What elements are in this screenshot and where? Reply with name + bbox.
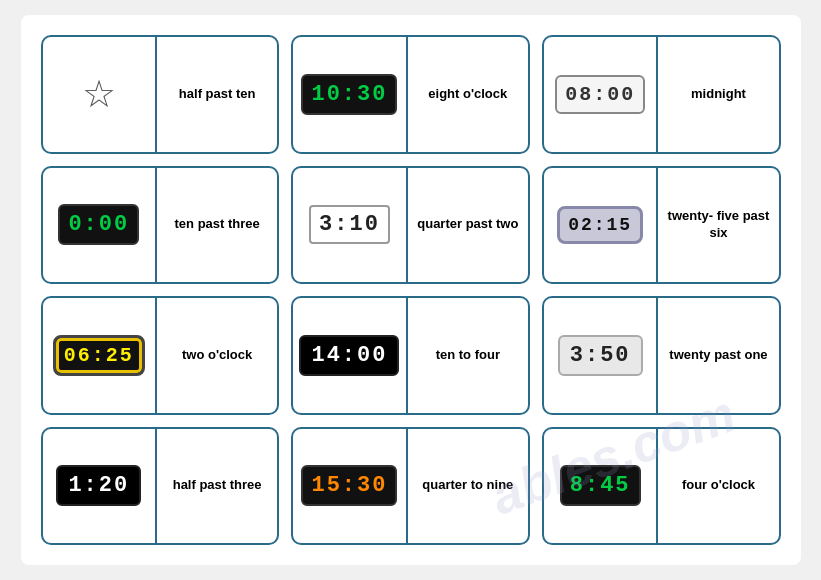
clock-display-8: 14:00 bbox=[293, 298, 406, 413]
card-5: 3:10 quarter past two bbox=[291, 166, 530, 285]
clock-display-6: 02:15 bbox=[544, 168, 657, 283]
clock-display-10: 1:20 bbox=[43, 429, 156, 544]
time-display-9: 3:50 bbox=[558, 335, 643, 376]
time-label-9: twenty past one bbox=[656, 298, 778, 413]
time-label-3: midnight bbox=[656, 37, 778, 152]
time-display-8: 14:00 bbox=[299, 335, 399, 376]
time-display-10: 1:20 bbox=[56, 465, 141, 506]
clock-display-12: 8:45 bbox=[544, 429, 657, 544]
clock-display-9: 3:50 bbox=[544, 298, 657, 413]
card-9: 3:50 twenty past one bbox=[542, 296, 781, 415]
card-11: 15:30quarter to nine bbox=[291, 427, 530, 546]
card-6: 02:15 twenty- five past six bbox=[542, 166, 781, 285]
card-4: 0:00 ten past three bbox=[41, 166, 280, 285]
clock-display-11: 15:30 bbox=[293, 429, 406, 544]
card-2: 10:30eight o'clock bbox=[291, 35, 530, 154]
clock-display-3: 08:00 bbox=[544, 37, 657, 152]
time-label-5: quarter past two bbox=[406, 168, 528, 283]
time-label-7: two o'clock bbox=[155, 298, 277, 413]
time-display-11: 15:30 bbox=[301, 465, 397, 506]
time-display-5: 3:10 bbox=[309, 205, 390, 244]
time-display-3: 08:00 bbox=[555, 75, 645, 114]
time-label-12: four o'clock bbox=[656, 429, 778, 544]
time-label-1: half past ten bbox=[155, 37, 277, 152]
card-8: 14:00ten to four bbox=[291, 296, 530, 415]
card-1: ☆ half past ten bbox=[41, 35, 280, 154]
star-icon: ☆ bbox=[82, 75, 116, 113]
time-label-8: ten to four bbox=[406, 298, 528, 413]
card-3: 08:00 midnight bbox=[542, 35, 781, 154]
time-label-10: half past three bbox=[155, 429, 277, 544]
card-7: 06:25two o'clock bbox=[41, 296, 280, 415]
clock-display-1: ☆ bbox=[43, 37, 156, 152]
card-12: 8:45 four o'clock bbox=[542, 427, 781, 546]
clock-display-2: 10:30 bbox=[293, 37, 406, 152]
clock-display-7: 06:25 bbox=[43, 298, 156, 413]
time-label-4: ten past three bbox=[155, 168, 277, 283]
worksheet: ☆half past ten10:30eight o'clock08:00mid… bbox=[21, 15, 801, 565]
time-display-7: 06:25 bbox=[53, 335, 145, 376]
time-label-2: eight o'clock bbox=[406, 37, 528, 152]
time-label-6: twenty- five past six bbox=[656, 168, 778, 283]
time-display-6: 02:15 bbox=[557, 206, 643, 244]
time-label-11: quarter to nine bbox=[406, 429, 528, 544]
time-display-12: 8:45 bbox=[560, 465, 641, 506]
time-display-2: 10:30 bbox=[301, 74, 397, 115]
clock-display-4: 0:00 bbox=[43, 168, 156, 283]
card-10: 1:20 half past three bbox=[41, 427, 280, 546]
clock-display-5: 3:10 bbox=[293, 168, 406, 283]
time-display-4: 0:00 bbox=[58, 204, 139, 245]
